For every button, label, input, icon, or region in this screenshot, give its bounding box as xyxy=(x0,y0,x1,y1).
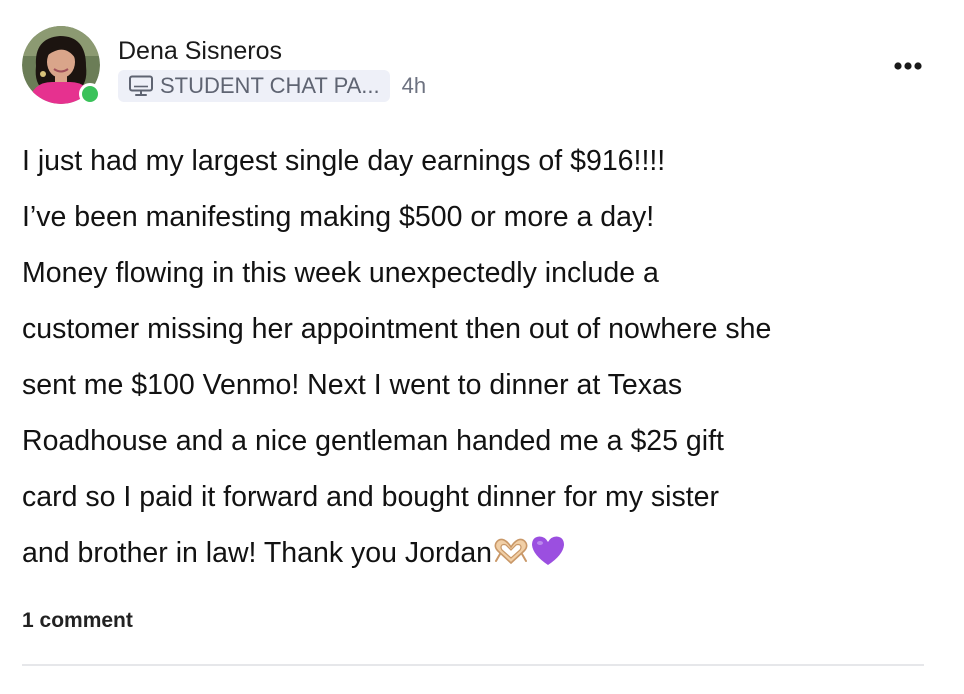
body-line: Money flowing in this week unexpectedly … xyxy=(22,257,659,289)
body-line-last: and brother in law! Thank you Jordan xyxy=(22,525,952,581)
body-line: customer missing her appointment then ou… xyxy=(22,313,772,345)
heart-hands-emoji xyxy=(494,538,528,565)
author-avatar[interactable] xyxy=(22,26,101,105)
post-card: Dena Sisneros STUDENT CHAT PA... 4h I ju… xyxy=(0,0,964,694)
body-line: Roadhouse and a nice gentleman handed me… xyxy=(22,425,724,457)
author-name[interactable]: Dena Sisneros xyxy=(118,36,282,66)
more-options-icon xyxy=(894,62,922,70)
body-line: and brother in law! Thank you Jordan xyxy=(22,537,493,569)
post-body: I just had my largest single day earning… xyxy=(22,133,952,581)
computer-monitor-icon xyxy=(129,75,153,96)
group-chip[interactable]: STUDENT CHAT PA... xyxy=(118,70,390,102)
purple-heart-emoji xyxy=(532,536,565,565)
more-options-button[interactable] xyxy=(888,54,928,78)
group-name: STUDENT CHAT PA... xyxy=(160,73,380,98)
body-line: I’ve been manifesting making $500 or mor… xyxy=(22,201,655,233)
divider xyxy=(22,664,924,666)
body-line: sent me $100 Venmo! Next I went to dinne… xyxy=(22,369,683,401)
post-time[interactable]: 4h xyxy=(402,73,426,99)
online-status-dot xyxy=(79,83,101,105)
body-line: I just had my largest single day earning… xyxy=(22,145,666,177)
body-line: card so I paid it forward and bought din… xyxy=(22,481,720,513)
post-meta: STUDENT CHAT PA... 4h xyxy=(118,70,426,102)
comment-count-link[interactable]: 1 comment xyxy=(22,607,133,635)
